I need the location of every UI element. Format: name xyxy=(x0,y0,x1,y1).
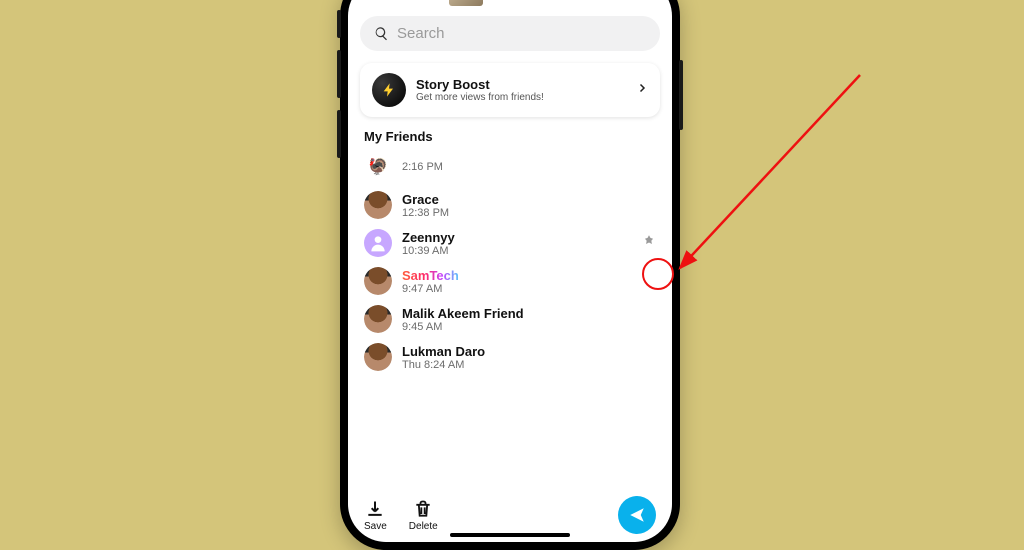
friend-row[interactable]: SamTech 9:47 AM xyxy=(348,262,672,300)
avatar xyxy=(364,191,392,219)
lightning-icon xyxy=(372,73,406,107)
friend-time: 12:38 PM xyxy=(402,207,449,219)
screenshot-stat: 1 xyxy=(525,0,544,1)
friend-row[interactable]: Zeennyy 10:39 AM xyxy=(348,224,672,262)
save-button[interactable]: Save xyxy=(364,499,387,532)
friend-name: Zeennyy xyxy=(402,230,455,245)
eye-icon xyxy=(491,0,502,1)
boost-subtitle: Get more views from friends! xyxy=(416,92,626,103)
story-stats-bar: 34 1 6 xyxy=(348,0,672,10)
trash-icon xyxy=(413,499,433,519)
avatar xyxy=(364,267,392,295)
friend-name: Grace xyxy=(402,192,449,207)
search-bar[interactable] xyxy=(360,16,660,51)
send-button[interactable] xyxy=(618,496,656,534)
friend-row[interactable]: Grace 12:38 PM xyxy=(348,186,672,224)
screenshot-icon xyxy=(525,0,536,1)
screenshot-badge-icon xyxy=(642,234,656,253)
my-friends-header: My Friends xyxy=(348,127,672,148)
friend-row[interactable]: 🦃 2:16 PM xyxy=(348,148,672,186)
home-indicator xyxy=(450,533,570,537)
side-button xyxy=(337,50,341,98)
avatar: 🦃 xyxy=(364,153,392,181)
friends-list: 🦃 2:16 PM Grace 12:38 PM Zeennyy xyxy=(348,148,672,490)
side-button xyxy=(679,60,683,130)
story-thumbnail[interactable] xyxy=(449,0,483,6)
avatar xyxy=(364,305,392,333)
search-input[interactable] xyxy=(397,25,646,42)
screen: 34 1 6 Story Boost xyxy=(348,0,672,542)
send-icon xyxy=(628,506,646,524)
story-boost-card[interactable]: Story Boost Get more views from friends! xyxy=(360,63,660,117)
replay-icon xyxy=(552,0,563,1)
friend-time: 10:39 AM xyxy=(402,245,455,257)
friend-row[interactable]: Lukman Daro Thu 8:24 AM xyxy=(348,338,672,376)
chevron-right-icon xyxy=(636,81,648,99)
friend-time: 2:16 PM xyxy=(402,161,443,173)
friend-time: 9:45 AM xyxy=(402,321,524,333)
annotation-arrow xyxy=(670,70,870,280)
delete-button[interactable]: Delete xyxy=(409,499,438,532)
download-icon xyxy=(365,499,385,519)
side-button xyxy=(337,110,341,158)
friend-time: Thu 8:24 AM xyxy=(402,359,485,371)
avatar xyxy=(364,229,392,257)
replay-stat: 6 xyxy=(552,0,571,1)
friend-name: Malik Akeem Friend xyxy=(402,306,524,321)
side-button xyxy=(337,10,341,38)
phone-frame: 34 1 6 Story Boost xyxy=(340,0,680,550)
friend-name: SamTech xyxy=(402,268,459,283)
boost-title: Story Boost xyxy=(416,77,626,92)
friend-name: Lukman Daro xyxy=(402,344,485,359)
search-icon xyxy=(374,26,389,41)
friend-time: 9:47 AM xyxy=(402,283,459,295)
avatar xyxy=(364,343,392,371)
views-stat: 34 xyxy=(491,0,516,1)
friend-row[interactable]: Malik Akeem Friend 9:45 AM xyxy=(348,300,672,338)
